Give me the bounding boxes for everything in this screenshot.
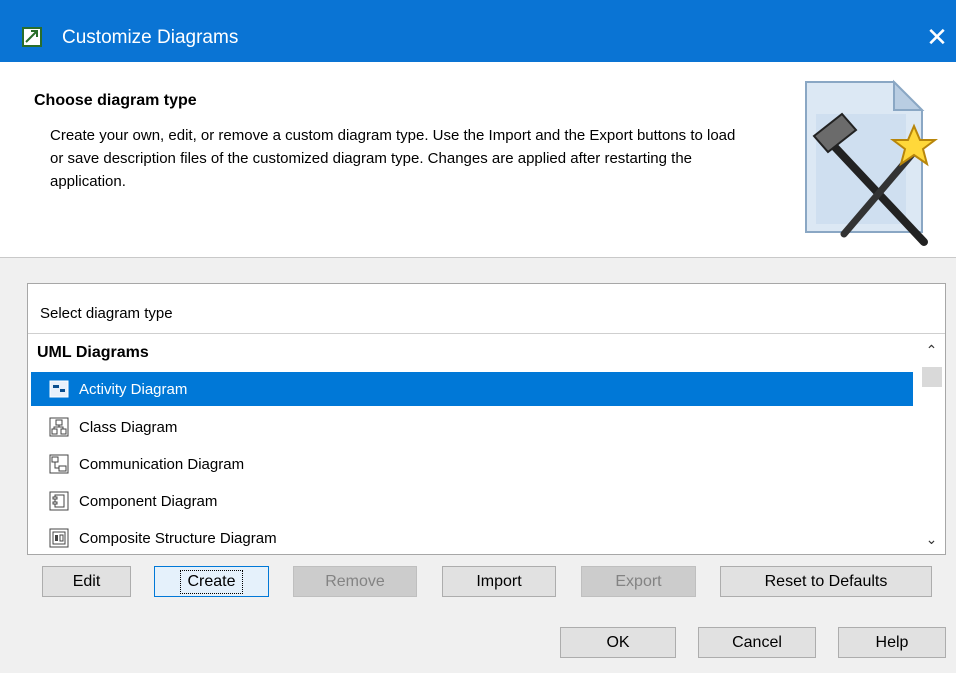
customize-tools-illustration <box>805 79 938 246</box>
close-icon[interactable]: ✕ <box>920 20 954 54</box>
list-label: Select diagram type <box>40 305 173 322</box>
scroll-up-icon[interactable]: ⌃ <box>919 342 944 360</box>
create-button[interactable]: Create <box>154 566 269 597</box>
export-button[interactable]: Export <box>581 566 696 597</box>
group-uml-diagrams: UML Diagrams <box>37 344 149 361</box>
header-panel: Choose diagram type Create your own, edi… <box>0 62 956 258</box>
ok-button-label: OK <box>606 633 630 651</box>
edit-button-label: Edit <box>72 572 101 590</box>
cancel-button-label: Cancel <box>732 633 782 651</box>
title-bar: Customize Diagrams ✕ <box>0 0 956 62</box>
ok-button[interactable]: OK <box>560 627 676 658</box>
cancel-button[interactable]: Cancel <box>698 627 816 658</box>
vertical-scrollbar[interactable]: ⌃ ⌄ <box>919 334 944 553</box>
component-diagram-icon <box>49 491 69 511</box>
list-item[interactable]: Component Diagram <box>31 484 913 518</box>
divider <box>28 333 945 334</box>
import-button[interactable]: Import <box>442 566 556 597</box>
scroll-down-icon[interactable]: ⌄ <box>919 531 944 549</box>
class-diagram-icon <box>49 417 69 437</box>
reset-to-defaults-button[interactable]: Reset to Defaults <box>720 566 932 597</box>
header-description: Create your own, edit, or remove a custo… <box>50 127 736 190</box>
header-title: Choose diagram type <box>34 92 197 109</box>
remove-button-label: Remove <box>325 572 385 590</box>
list-item-label: Composite Structure Diagram <box>79 529 277 547</box>
list-item-label: Activity Diagram <box>79 380 188 398</box>
list-item[interactable]: Class Diagram <box>31 410 913 444</box>
window-title: Customize Diagrams <box>62 27 239 48</box>
activity-diagram-icon <box>49 379 69 399</box>
list-item[interactable]: Activity Diagram <box>31 372 913 406</box>
reset-button-label: Reset to Defaults <box>764 572 888 590</box>
list-item-label: Communication Diagram <box>79 455 245 473</box>
composite-structure-diagram-icon <box>49 528 69 548</box>
communication-diagram-icon <box>49 454 69 474</box>
create-button-label: Create <box>180 569 243 594</box>
help-button-label: Help <box>875 633 909 651</box>
help-button[interactable]: Help <box>838 627 946 658</box>
export-button-label: Export <box>615 572 662 590</box>
list-item-label: Component Diagram <box>79 492 218 510</box>
list-item-label: Class Diagram <box>79 418 178 436</box>
edit-button[interactable]: Edit <box>42 566 131 597</box>
remove-button[interactable]: Remove <box>293 566 417 597</box>
list-item[interactable]: Composite Structure Diagram <box>31 521 913 555</box>
import-button-label: Import <box>476 572 522 590</box>
list-item[interactable]: Communication Diagram <box>31 447 913 481</box>
scroll-thumb[interactable] <box>922 367 942 387</box>
diagram-app-icon <box>22 27 42 47</box>
diagram-type-list: Select diagram type UML Diagrams Activit… <box>27 283 946 555</box>
